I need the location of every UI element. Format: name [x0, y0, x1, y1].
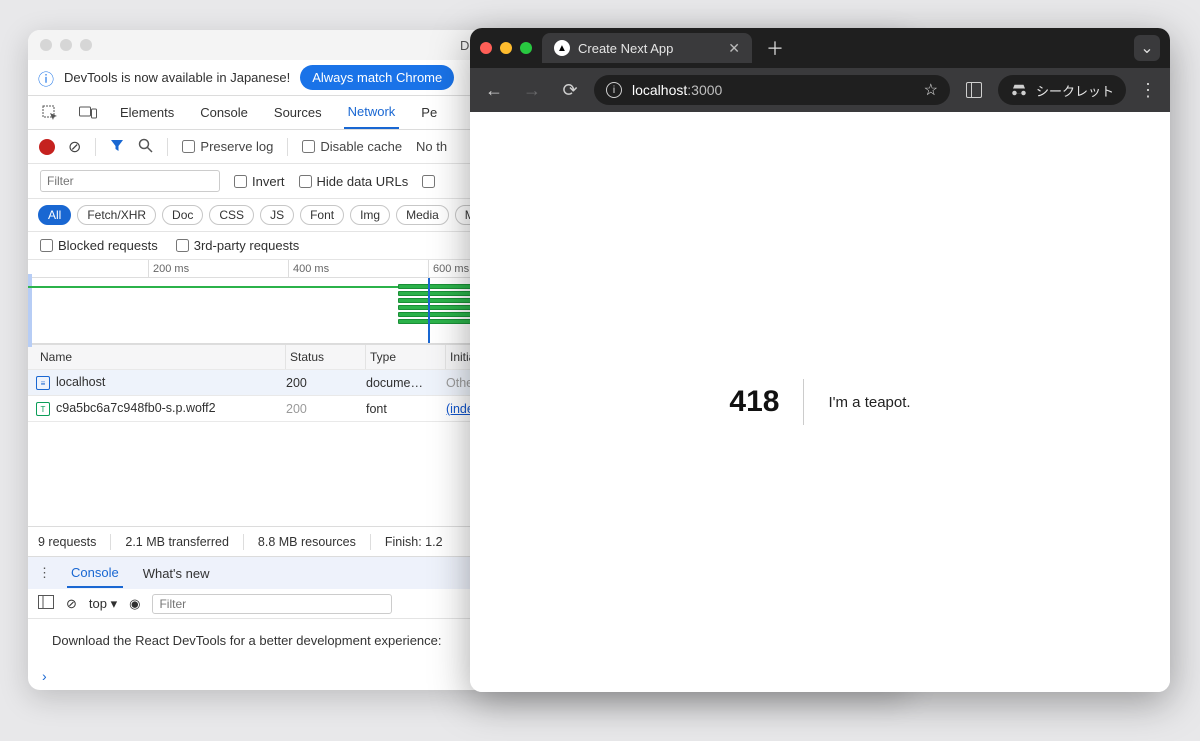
- tab-elements[interactable]: Elements: [116, 97, 178, 128]
- drawer-tab-console[interactable]: Console: [67, 559, 123, 588]
- type-all[interactable]: All: [38, 205, 71, 225]
- bookmark-icon[interactable]: ☆: [924, 80, 938, 100]
- back-button[interactable]: ←: [480, 76, 508, 104]
- document-icon: ≡: [36, 376, 50, 390]
- infobar-button[interactable]: Always match Chrome: [300, 65, 454, 90]
- zoom-icon[interactable]: [520, 42, 532, 54]
- hide-data-urls-checkbox[interactable]: Hide data URLs: [299, 174, 409, 189]
- zoom-icon[interactable]: [80, 39, 92, 51]
- timeline-cursor[interactable]: [428, 278, 430, 343]
- incognito-label: シークレット: [1036, 81, 1114, 100]
- search-icon[interactable]: [138, 138, 153, 156]
- tab-close-icon[interactable]: ✕: [728, 40, 740, 57]
- chrome-menu-button[interactable]: ⋮: [1136, 80, 1160, 101]
- font-icon: T: [36, 402, 50, 416]
- timeline-handle[interactable]: [28, 274, 32, 347]
- preserve-log-checkbox[interactable]: Preserve log: [182, 139, 273, 154]
- type-media[interactable]: Media: [396, 205, 449, 225]
- window-controls[interactable]: [480, 42, 532, 54]
- console-sidebar-icon[interactable]: [38, 595, 54, 612]
- separator: [167, 138, 168, 156]
- info-icon: ⓘ: [38, 66, 54, 90]
- minimize-icon[interactable]: [500, 42, 512, 54]
- address-bar[interactable]: i localhost:3000 ☆: [594, 75, 950, 105]
- page-content: 418 I'm a teapot.: [470, 112, 1170, 692]
- tab-sources[interactable]: Sources: [270, 97, 326, 128]
- status-transferred: 2.1 MB transferred: [125, 535, 229, 549]
- type-fetch[interactable]: Fetch/XHR: [77, 205, 156, 225]
- new-tab-button[interactable]: ＋: [762, 35, 788, 61]
- type-img[interactable]: Img: [350, 205, 390, 225]
- tabs-dropdown-button[interactable]: ⌄: [1134, 35, 1160, 61]
- drawer-menu-icon[interactable]: ⋮: [38, 565, 51, 581]
- invert-checkbox[interactable]: Invert: [234, 174, 285, 189]
- col-name[interactable]: Name: [36, 345, 286, 369]
- inspect-icon[interactable]: [40, 105, 60, 121]
- status-requests: 9 requests: [38, 535, 96, 549]
- device-icon[interactable]: [78, 106, 98, 120]
- extra-checkbox[interactable]: [422, 175, 435, 188]
- disable-cache-checkbox[interactable]: Disable cache: [302, 139, 402, 154]
- clear-button[interactable]: ⊘: [68, 137, 81, 157]
- favicon-icon: ▲: [554, 40, 570, 56]
- record-button[interactable]: [40, 140, 54, 154]
- url-host: localhost: [632, 82, 687, 98]
- chrome-tabstrip: ▲ Create Next App ✕ ＋ ⌄: [470, 28, 1170, 68]
- timeline-tick: 200 ms: [148, 260, 189, 277]
- timeline-tick: 600 ms: [428, 260, 469, 277]
- status-finish: Finish: 1.2: [385, 535, 443, 549]
- console-context[interactable]: top ▾: [89, 596, 117, 612]
- tab-title: Create Next App: [578, 41, 673, 56]
- forward-button[interactable]: →: [518, 76, 546, 104]
- url-path: :3000: [687, 82, 722, 98]
- error-block: 418 I'm a teapot.: [729, 379, 910, 425]
- timeline-tick: 400 ms: [288, 260, 329, 277]
- close-icon[interactable]: [480, 42, 492, 54]
- close-icon[interactable]: [40, 39, 52, 51]
- reload-button[interactable]: ⟳: [556, 76, 584, 104]
- incognito-indicator[interactable]: シークレット: [998, 75, 1126, 105]
- error-code: 418: [729, 385, 779, 419]
- tab-network[interactable]: Network: [344, 96, 400, 129]
- type-font[interactable]: Font: [300, 205, 344, 225]
- third-party-checkbox[interactable]: 3rd-party requests: [176, 238, 300, 253]
- tab-console[interactable]: Console: [196, 97, 252, 128]
- separator: [95, 138, 96, 156]
- minimize-icon[interactable]: [60, 39, 72, 51]
- drawer-tab-whatsnew[interactable]: What's new: [139, 560, 214, 587]
- error-separator: [803, 379, 804, 425]
- type-doc[interactable]: Doc: [162, 205, 203, 225]
- tab-performance[interactable]: Pe: [417, 97, 441, 128]
- console-clear-icon[interactable]: ⊘: [66, 596, 77, 612]
- filter-icon[interactable]: [110, 138, 124, 155]
- side-panel-button[interactable]: [960, 76, 988, 104]
- filter-input[interactable]: [40, 170, 220, 192]
- type-css[interactable]: CSS: [209, 205, 254, 225]
- error-message: I'm a teapot.: [828, 394, 910, 411]
- blocked-requests-checkbox[interactable]: Blocked requests: [40, 238, 158, 253]
- type-js[interactable]: JS: [260, 205, 294, 225]
- col-type[interactable]: Type: [366, 345, 446, 369]
- chrome-toolbar: ← → ⟳ i localhost:3000 ☆ シークレット ⋮: [470, 68, 1170, 112]
- incognito-icon: [1010, 81, 1028, 99]
- col-status[interactable]: Status: [286, 345, 366, 369]
- browser-tab[interactable]: ▲ Create Next App ✕: [542, 33, 752, 63]
- site-info-icon[interactable]: i: [606, 82, 622, 98]
- infobar-text: DevTools is now available in Japanese!: [64, 70, 290, 85]
- console-filter-input[interactable]: [152, 594, 392, 614]
- live-expression-icon[interactable]: ◉: [129, 596, 140, 612]
- window-controls[interactable]: [40, 39, 92, 51]
- chrome-window: ▲ Create Next App ✕ ＋ ⌄ ← → ⟳ i localhos…: [470, 28, 1170, 692]
- throttling-select[interactable]: No th: [416, 139, 447, 154]
- status-resources: 8.8 MB resources: [258, 535, 356, 549]
- separator: [287, 138, 288, 156]
